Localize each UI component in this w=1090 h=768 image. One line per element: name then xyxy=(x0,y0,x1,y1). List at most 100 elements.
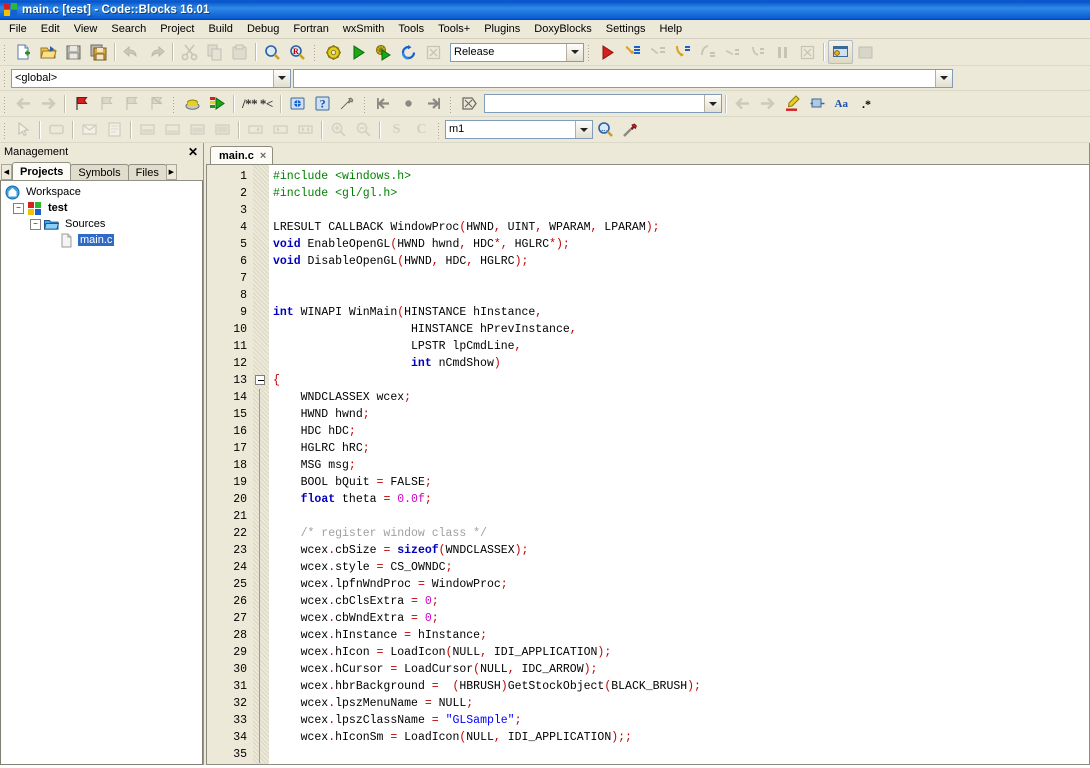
menu-fortran[interactable]: Fortran xyxy=(286,21,335,38)
build-and-run-icon[interactable] xyxy=(371,40,396,64)
goto-prev-function-icon[interactable] xyxy=(371,92,396,116)
chevron-down-icon[interactable] xyxy=(703,95,721,112)
project-tree[interactable]: Workspace − test − Sources main.c xyxy=(0,180,203,765)
redo-icon[interactable] xyxy=(144,40,169,64)
step-into-icon[interactable] xyxy=(670,40,695,64)
fortran-settings-icon[interactable] xyxy=(618,118,643,142)
menu-build[interactable]: Build xyxy=(201,21,239,38)
run-icon[interactable] xyxy=(346,40,371,64)
toolbar-grip[interactable] xyxy=(436,120,443,139)
back-icon[interactable] xyxy=(730,92,755,116)
doxyblocks-help-icon[interactable]: ? xyxy=(310,92,335,116)
toggle-bookmark-icon[interactable] xyxy=(69,92,94,116)
chevron-down-icon[interactable] xyxy=(273,69,290,87)
break-debugger-icon[interactable] xyxy=(770,40,795,64)
doxyblocks-extract-icon[interactable] xyxy=(180,92,205,116)
doxyblocks-browser-icon[interactable] xyxy=(285,92,310,116)
wxsmith-s-button[interactable]: S xyxy=(384,118,409,142)
menu-wxsmith[interactable]: wxSmith xyxy=(336,21,392,38)
next-bookmark-icon[interactable] xyxy=(119,92,144,116)
debug-continue-icon[interactable] xyxy=(595,40,620,64)
expand-both-icon[interactable] xyxy=(293,118,318,142)
abort-icon[interactable] xyxy=(421,40,446,64)
fortran-module-combo[interactable]: m1 xyxy=(445,120,593,139)
rebuild-icon[interactable] xyxy=(396,40,421,64)
highlight-icon[interactable] xyxy=(780,92,805,116)
close-icon[interactable]: ✕ xyxy=(186,145,200,159)
menu-tools[interactable]: Tools xyxy=(391,21,431,38)
save-all-icon[interactable] xyxy=(86,40,111,64)
clear-bookmarks-icon[interactable] xyxy=(144,92,169,116)
fold-toggle-icon[interactable] xyxy=(253,372,269,389)
toolbar-grip[interactable] xyxy=(2,120,9,139)
layout-fill-icon[interactable] xyxy=(210,118,235,142)
regex-icon[interactable]: .* xyxy=(855,92,880,116)
various-info-icon[interactable] xyxy=(853,40,878,64)
prev-bookmark-icon[interactable] xyxy=(94,92,119,116)
replace-icon[interactable]: R xyxy=(285,40,310,64)
doxyblocks-config-icon[interactable] xyxy=(335,92,360,116)
expand-right-icon[interactable] xyxy=(243,118,268,142)
find-icon[interactable] xyxy=(260,40,285,64)
menu-edit[interactable]: Edit xyxy=(34,21,67,38)
toolbar-grip[interactable] xyxy=(2,94,9,113)
wxsmith-c-button[interactable]: C xyxy=(409,118,434,142)
goto-next-function-icon[interactable] xyxy=(421,92,446,116)
stop-debugger-icon[interactable] xyxy=(795,40,820,64)
tree-item-workspace[interactable]: Workspace xyxy=(3,184,200,200)
panel-icon[interactable] xyxy=(44,118,69,142)
debugging-windows-icon[interactable] xyxy=(828,40,853,64)
forward-icon[interactable] xyxy=(755,92,780,116)
copy-icon[interactable] xyxy=(202,40,227,64)
nav-forward-icon[interactable] xyxy=(36,92,61,116)
menu-doxyblocks[interactable]: DoxyBlocks xyxy=(527,21,598,38)
toolbar-grip[interactable] xyxy=(312,43,319,61)
menu-file[interactable]: File xyxy=(2,21,34,38)
match-case-icon[interactable]: Aa xyxy=(830,92,855,116)
zoom-in-icon[interactable] xyxy=(326,118,351,142)
doxyblocks-comment-label[interactable]: /** *< xyxy=(238,96,277,112)
symbols-browser-icon[interactable] xyxy=(457,92,482,116)
code-text-area[interactable]: #include <windows.h> #include <gl/gl.h> L… xyxy=(269,165,1089,764)
menu-project[interactable]: Project xyxy=(153,21,201,38)
new-file-icon[interactable] xyxy=(11,40,36,64)
scope-function-combo[interactable] xyxy=(293,68,953,88)
save-icon[interactable] xyxy=(61,40,86,64)
frame-icon[interactable] xyxy=(102,118,127,142)
toolbar-grip[interactable] xyxy=(2,69,9,87)
tab-projects[interactable]: Projects xyxy=(12,162,72,180)
toolbar-grip[interactable] xyxy=(171,94,178,113)
chevron-down-icon[interactable] xyxy=(575,121,592,138)
tree-item-sources[interactable]: − Sources xyxy=(3,216,200,232)
menu-help[interactable]: Help xyxy=(652,21,689,38)
toolbar-grip[interactable] xyxy=(2,43,9,61)
tab-symbols[interactable]: Symbols xyxy=(70,164,129,180)
fortran-search-icon[interactable] xyxy=(593,118,618,142)
close-icon[interactable]: × xyxy=(260,150,266,162)
doxyblocks-run-icon[interactable] xyxy=(205,92,230,116)
layout-bottom-icon[interactable] xyxy=(160,118,185,142)
open-file-icon[interactable] xyxy=(36,40,61,64)
paste-icon[interactable] xyxy=(227,40,252,64)
menu-debug[interactable]: Debug xyxy=(240,21,286,38)
toggle-comment-icon[interactable] xyxy=(805,92,830,116)
chevron-down-icon[interactable] xyxy=(935,69,952,87)
step-out-icon[interactable] xyxy=(695,40,720,64)
tree-expander-sources[interactable]: − xyxy=(30,218,41,230)
tab-scroll-left-icon[interactable]: ◀ xyxy=(1,164,12,180)
chevron-down-icon[interactable] xyxy=(566,43,583,61)
menu-settings[interactable]: Settings xyxy=(599,21,653,38)
tree-item-test[interactable]: − test xyxy=(3,200,200,216)
layout-top-icon[interactable] xyxy=(135,118,160,142)
zoom-out-icon[interactable] xyxy=(351,118,376,142)
layout-full-icon[interactable] xyxy=(185,118,210,142)
tree-item-main-c[interactable]: main.c xyxy=(3,232,200,248)
editor-tab-main-c[interactable]: main.c × xyxy=(210,146,274,164)
tab-scroll-right-icon[interactable]: ▶ xyxy=(165,164,177,180)
toolbar-grip[interactable] xyxy=(447,94,455,113)
menu-tools-plus[interactable]: Tools+ xyxy=(431,21,477,38)
dialog-icon[interactable] xyxy=(77,118,102,142)
next-instruction-icon[interactable] xyxy=(720,40,745,64)
pointer-icon[interactable] xyxy=(11,118,36,142)
toolbar-grip[interactable] xyxy=(586,43,593,61)
